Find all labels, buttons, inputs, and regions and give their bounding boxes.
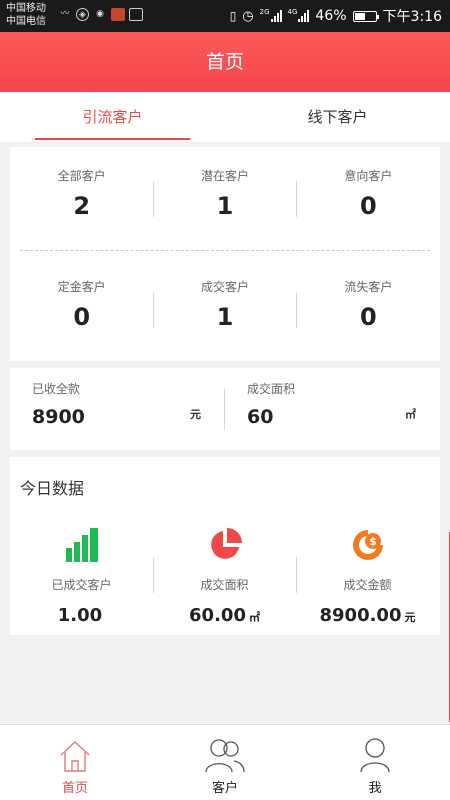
today-value-unit: ㎡ bbox=[248, 611, 260, 624]
stat-lost-customers[interactable]: 流失客户 0 bbox=[297, 274, 440, 344]
bar-chart-icon bbox=[10, 522, 153, 562]
nav-label: 客户 bbox=[211, 781, 238, 796]
today-value: 8900.00 元 bbox=[296, 605, 439, 626]
network-2g: 2G bbox=[259, 8, 270, 16]
closed-area: 成交面积 60 ㎡ bbox=[247, 368, 427, 450]
today-title: 今日数据 bbox=[20, 479, 85, 498]
today-value-number: 60.00 bbox=[189, 605, 246, 626]
received-payment: 已收全款 8900 元 bbox=[32, 368, 212, 450]
bottom-nav: 首页 客户 我 bbox=[0, 724, 450, 800]
network-4g: 4G bbox=[287, 8, 298, 16]
divider bbox=[296, 181, 297, 217]
stat-label: 全部客户 bbox=[57, 169, 106, 183]
today-value: 60.00 ㎡ bbox=[153, 605, 296, 626]
stat-label: 定金客户 bbox=[57, 280, 106, 294]
nav-label: 首页 bbox=[61, 781, 88, 796]
stat-intent-customers[interactable]: 意向客户 0 bbox=[297, 163, 440, 233]
stat-value: 2 bbox=[73, 192, 91, 220]
page-title: 首页 bbox=[0, 32, 450, 92]
today-closed-customers[interactable]: 已成交客户 1.00 bbox=[10, 522, 153, 626]
today-closed-amount[interactable]: $ 成交金额 8900.00 元 bbox=[296, 522, 439, 626]
money-summary-card: 已收全款 8900 元 成交面积 60 ㎡ bbox=[10, 368, 440, 450]
stats-row-2: 定金客户 0 成交客户 1 流失客户 0 bbox=[10, 274, 440, 344]
battery-icon bbox=[352, 10, 379, 22]
vibrate-icon: ▯ bbox=[229, 9, 237, 23]
nav-profile[interactable]: 我 bbox=[300, 725, 450, 800]
today-closed-area[interactable]: 成交面积 60.00 ㎡ bbox=[153, 522, 296, 626]
nav-home[interactable]: 首页 bbox=[0, 725, 150, 800]
cat-icon bbox=[129, 8, 143, 21]
stats-row-1: 全部客户 2 潜在客户 1 意向客户 0 bbox=[10, 163, 440, 233]
stat-label: 成交客户 bbox=[200, 280, 249, 294]
customers-icon bbox=[150, 725, 300, 773]
nav-label: 我 bbox=[368, 781, 382, 796]
today-value-unit: 元 bbox=[404, 611, 416, 624]
divider bbox=[224, 388, 225, 430]
divider bbox=[296, 292, 297, 328]
stat-deposit-customers[interactable]: 定金客户 0 bbox=[10, 274, 153, 344]
alarm-icon: ◷ bbox=[242, 8, 254, 24]
received-label: 已收全款 bbox=[32, 382, 81, 396]
received-value: 8900 bbox=[32, 406, 85, 428]
signal-icon-2 bbox=[298, 10, 310, 22]
svg-text:$: $ bbox=[369, 535, 377, 548]
tab-offline-customers[interactable]: 线下客户 bbox=[225, 92, 450, 142]
notification-icons: 〰 ◈ ◉ bbox=[58, 8, 143, 21]
received-unit: 元 bbox=[190, 408, 201, 421]
stat-label: 意向客户 bbox=[344, 169, 393, 183]
carrier-1: 中国移动 bbox=[6, 3, 46, 14]
tab-online-customers[interactable]: 引流客户 bbox=[0, 92, 225, 142]
battery-percent: 46% bbox=[315, 8, 347, 24]
pulse-icon: 〰 bbox=[60, 9, 70, 19]
home-icon bbox=[0, 725, 150, 773]
signal-icon-1 bbox=[270, 10, 282, 22]
today-value: 1.00 bbox=[10, 605, 153, 626]
wechat-icon: ◉ bbox=[96, 9, 104, 19]
customer-tabs: 引流客户 线下客户 bbox=[0, 92, 450, 142]
stat-label: 流失客户 bbox=[344, 280, 393, 294]
stat-value: 0 bbox=[359, 303, 377, 331]
money-icon: $ bbox=[296, 522, 439, 562]
pie-chart-icon bbox=[153, 522, 296, 562]
stat-value: 0 bbox=[359, 192, 377, 220]
divider bbox=[153, 292, 154, 328]
today-value-number: 1.00 bbox=[57, 605, 103, 626]
clock: 下午3:16 bbox=[382, 9, 442, 25]
nav-customers[interactable]: 客户 bbox=[150, 725, 300, 800]
stat-value: 1 bbox=[216, 192, 234, 220]
divider bbox=[153, 181, 154, 217]
stat-value: 0 bbox=[73, 303, 91, 331]
customer-stats-card: 全部客户 2 潜在客户 1 意向客户 0 定金客户 0 成交客户 1 流失客户 … bbox=[10, 147, 440, 361]
status-right: ▯ ◷ 2G 4G 46% 下午3:16 bbox=[230, 0, 442, 32]
today-value-number: 8900.00 bbox=[319, 605, 402, 626]
today-label: 成交面积 bbox=[200, 578, 249, 592]
dashed-divider bbox=[20, 250, 430, 251]
profile-icon bbox=[300, 725, 450, 773]
app-notification-icon bbox=[111, 8, 125, 21]
stat-label: 潜在客户 bbox=[200, 169, 249, 183]
area-value: 60 bbox=[247, 406, 274, 428]
today-data-card: 今日数据 已成交客户 1.00 成交面积 60.00 ㎡ $ 成交金额 8900… bbox=[10, 457, 440, 635]
area-unit: ㎡ bbox=[405, 408, 416, 421]
stat-potential-customers[interactable]: 潜在客户 1 bbox=[153, 163, 296, 233]
area-label: 成交面积 bbox=[247, 382, 296, 396]
stat-value: 1 bbox=[216, 303, 234, 331]
shield-icon: ◈ bbox=[76, 8, 89, 21]
carrier-info: 中国移动 中国电信 bbox=[6, 2, 46, 28]
stat-all-customers[interactable]: 全部客户 2 bbox=[10, 163, 153, 233]
today-label: 已成交客户 bbox=[51, 578, 112, 592]
status-bar: 中国移动 中国电信 〰 ◈ ◉ ▯ ◷ 2G 4G 46% 下午3:16 bbox=[0, 0, 450, 32]
today-label: 成交金额 bbox=[343, 578, 392, 592]
stat-closed-customers[interactable]: 成交客户 1 bbox=[153, 274, 296, 344]
carrier-2: 中国电信 bbox=[6, 16, 46, 27]
